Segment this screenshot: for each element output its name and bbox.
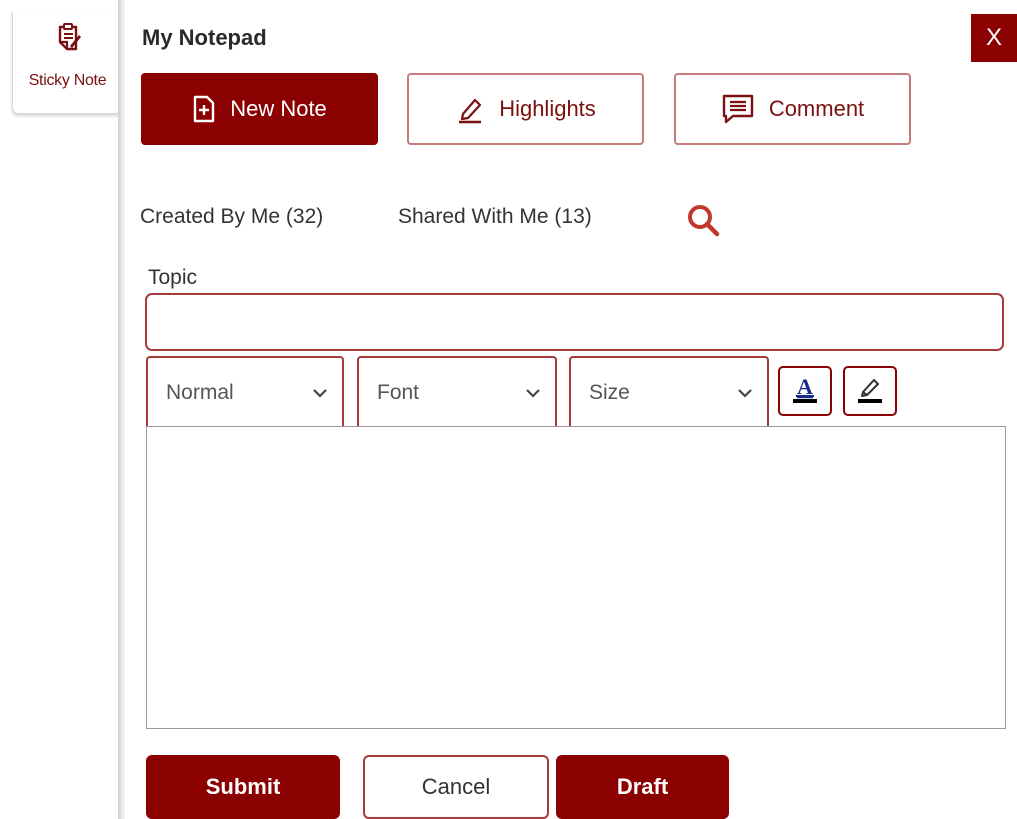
notepad-panel: Sticky Note My Notepad X New Note Highli…	[0, 0, 1017, 819]
panel-title: My Notepad	[142, 25, 267, 50]
highlights-button[interactable]: Highlights	[407, 73, 644, 145]
shared-with-me-tab[interactable]: Shared With Me (13)	[398, 205, 592, 229]
new-note-label: New Note	[230, 96, 327, 121]
highlighter-icon	[455, 94, 485, 124]
size-select-value: Size	[589, 381, 630, 404]
sticky-note-tab[interactable]: Sticky Note	[12, 12, 122, 114]
highlights-label: Highlights	[499, 96, 596, 121]
size-select[interactable]: Size	[569, 356, 769, 430]
draft-button[interactable]: Draft	[556, 755, 729, 819]
comment-button[interactable]: Comment	[674, 73, 911, 145]
comment-label: Comment	[768, 96, 865, 121]
format-select[interactable]: Normal	[146, 356, 344, 430]
new-note-button[interactable]: New Note	[141, 73, 378, 145]
comment-icon	[721, 93, 755, 125]
font-select-value: Font	[377, 381, 420, 404]
highlight-color-button[interactable]	[843, 366, 897, 416]
topic-input[interactable]	[145, 293, 1004, 351]
highlight-pen-icon	[855, 374, 885, 409]
topic-label: Topic	[148, 266, 198, 289]
close-button[interactable]: X	[971, 14, 1017, 62]
submit-button[interactable]: Submit	[146, 755, 340, 819]
chevron-down-icon	[525, 388, 541, 398]
format-select-value: Normal	[166, 381, 234, 404]
text-color-icon: A	[790, 374, 820, 409]
note-editor[interactable]	[146, 426, 1006, 729]
panel-divider	[118, 0, 125, 819]
text-color-button[interactable]: A	[778, 366, 832, 416]
sticky-note-label: Sticky Note	[28, 72, 107, 89]
sticky-note-icon	[54, 22, 82, 54]
font-select[interactable]: Font	[357, 356, 557, 430]
chevron-down-icon	[737, 388, 753, 398]
file-plus-icon	[192, 95, 216, 123]
chevron-down-icon	[312, 388, 328, 398]
created-by-me-tab[interactable]: Created By Me (32)	[140, 205, 323, 229]
search-icon[interactable]	[683, 200, 723, 240]
cancel-button[interactable]: Cancel	[363, 755, 549, 819]
